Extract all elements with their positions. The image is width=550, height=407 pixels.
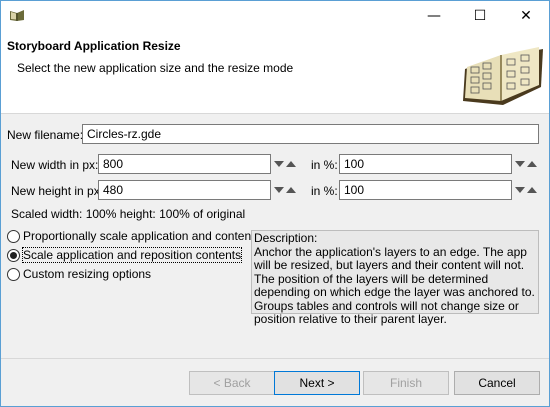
mode-option-custom[interactable]: Custom resizing options: [7, 266, 151, 282]
height-percent-spinner[interactable]: [513, 180, 539, 200]
book-icon: [463, 47, 543, 105]
radio-button[interactable]: [7, 267, 20, 281]
decrement-icon[interactable]: [274, 161, 284, 167]
app-icon: [10, 10, 24, 21]
radio-button-selected[interactable]: [7, 248, 20, 262]
wizard-header: Storyboard Application Resize Select the…: [1, 31, 549, 114]
close-button[interactable]: ✕: [503, 1, 549, 31]
maximize-button[interactable]: ☐: [457, 1, 503, 31]
increment-icon[interactable]: [286, 187, 296, 193]
width-spinner[interactable]: [272, 154, 298, 174]
height-label: New height in px:: [11, 184, 104, 198]
filename-label: New filename:: [7, 128, 84, 142]
height-percent-field[interactable]: 100: [339, 180, 512, 200]
mode-option-label: Proportionally scale application and con…: [23, 229, 261, 243]
height-percent-label: in %:: [311, 184, 338, 198]
next-button[interactable]: Next >: [274, 371, 360, 395]
decrement-icon[interactable]: [274, 187, 284, 193]
resize-dialog: — ☐ ✕ Storyboard Application Resize Sele…: [0, 0, 550, 407]
width-percent-label: in %:: [311, 158, 338, 172]
cancel-button[interactable]: Cancel: [454, 371, 540, 395]
increment-icon[interactable]: [286, 161, 296, 167]
finish-button[interactable]: Finish: [363, 371, 449, 395]
mode-option-proportional[interactable]: Proportionally scale application and con…: [7, 228, 260, 244]
height-spinner[interactable]: [272, 180, 298, 200]
description-text: Anchor the application's layers to an ed…: [254, 244, 535, 326]
decrement-icon[interactable]: [515, 161, 525, 167]
description-panel: Description: Anchor the application's la…: [251, 230, 539, 326]
description-heading: Description:: [254, 231, 318, 245]
width-label: New width in px:: [11, 158, 99, 172]
increment-icon[interactable]: [527, 161, 537, 167]
minimize-button[interactable]: —: [411, 1, 457, 31]
page-subtitle: Select the new application size and the …: [17, 61, 294, 75]
title-bar: — ☐ ✕: [1, 1, 549, 31]
radio-dot-icon: [10, 251, 17, 259]
radio-button[interactable]: [7, 229, 20, 243]
height-field[interactable]: 480: [98, 180, 271, 200]
width-percent-spinner[interactable]: [513, 154, 539, 174]
width-percent-field[interactable]: 100: [339, 154, 512, 174]
width-field[interactable]: 800: [98, 154, 271, 174]
page-title: Storyboard Application Resize: [7, 39, 181, 53]
back-button[interactable]: < Back: [189, 371, 275, 395]
mode-option-label: Scale application and reposition content…: [21, 247, 243, 263]
footer-divider: [1, 358, 549, 359]
mode-option-label: Custom resizing options: [23, 267, 152, 281]
increment-icon[interactable]: [527, 187, 537, 193]
filename-field[interactable]: Circles-rz.gde: [82, 124, 539, 144]
scaled-info: Scaled width: 100% height: 100% of origi…: [11, 207, 246, 221]
decrement-icon[interactable]: [515, 187, 525, 193]
mode-option-reposition[interactable]: Scale application and reposition content…: [7, 247, 243, 263]
